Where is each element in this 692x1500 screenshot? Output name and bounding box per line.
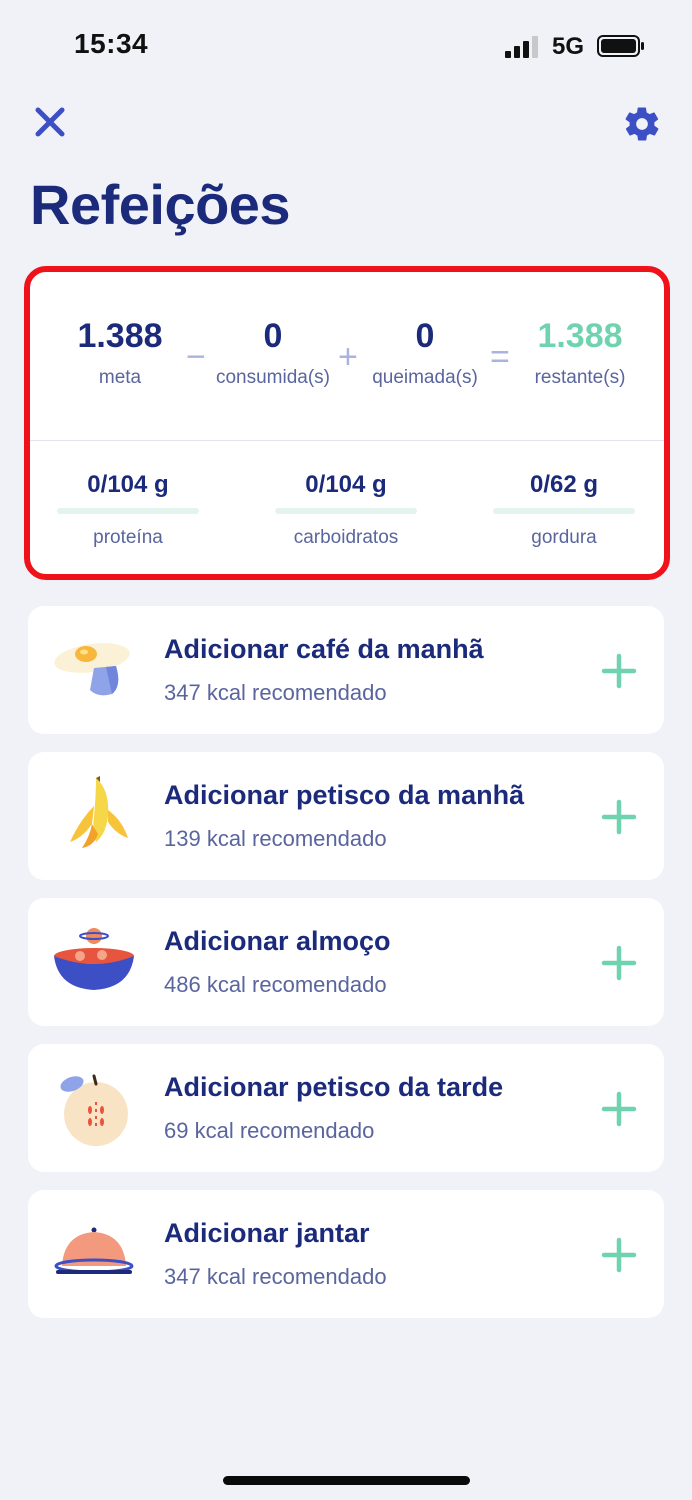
carbs-label: carboidratos [293, 527, 399, 548]
add-morning-snack-icon[interactable] [600, 798, 638, 836]
remaining-calories: 1.388 restante(s) [520, 316, 640, 390]
meal-recommended-kcal: 139 kcal recomendado [164, 826, 387, 851]
status-bar: 15:34 5G [0, 0, 692, 90]
close-button[interactable] [28, 100, 72, 144]
add-dinner-icon[interactable] [600, 1236, 638, 1274]
meal-card-lunch[interactable]: Adicionar almoço 486 kcal recomendado [28, 898, 664, 1026]
page-title: Refeições [30, 173, 291, 236]
fat-progress-bar [493, 508, 635, 514]
goal-calories: 1.388 meta [70, 316, 170, 390]
equals-operator: = [490, 338, 510, 376]
meal-title: Adicionar jantar [164, 1218, 370, 1248]
meal-title: Adicionar petisco da manhã [164, 780, 525, 810]
battery-icon [597, 35, 644, 57]
goal-value: 1.388 [77, 317, 163, 355]
consumed-label: consumida(s) [215, 367, 331, 388]
calorie-summary-card[interactable]: 1.388 meta − 0 consumida(s) + 0 queimada… [24, 266, 670, 580]
meal-card-dinner[interactable]: Adicionar jantar 347 kcal recomendado [28, 1190, 664, 1318]
settings-button[interactable] [618, 100, 666, 148]
signal-bars-icon [505, 36, 538, 58]
macro-protein: 0/104 g proteína [57, 470, 199, 550]
close-icon [35, 107, 65, 137]
remaining-value: 1.388 [537, 317, 623, 355]
remaining-label: restante(s) [534, 367, 626, 388]
plus-operator: + [338, 338, 358, 376]
protein-label: proteína [93, 527, 163, 548]
meal-recommended-kcal: 69 kcal recomendado [164, 1118, 375, 1143]
fat-label: gordura [531, 527, 597, 548]
add-lunch-icon[interactable] [600, 944, 638, 982]
meal-title: Adicionar petisco da tarde [164, 1072, 504, 1102]
summary-divider [30, 440, 664, 441]
add-breakfast-icon[interactable] [600, 652, 638, 690]
meal-recommended-kcal: 486 kcal recomendado [164, 972, 387, 997]
consumed-value: 0 [263, 317, 283, 355]
meal-title: Adicionar almoço [164, 926, 391, 956]
carbs-value: 0/104 g [305, 471, 387, 498]
protein-value: 0/104 g [87, 471, 169, 498]
macro-fat: 0/62 g gordura [493, 470, 635, 550]
meal-title: Adicionar café da manhã [164, 634, 484, 664]
apple-icon [60, 1074, 128, 1146]
gear-icon [625, 107, 659, 141]
meal-card-morning-snack[interactable]: Adicionar petisco da manhã 139 kcal reco… [28, 752, 664, 880]
burned-value: 0 [415, 317, 435, 355]
consumed-calories: 0 consumida(s) [210, 316, 336, 390]
meal-recommended-kcal: 347 kcal recomendado [164, 680, 387, 705]
carbs-progress-bar [275, 508, 417, 514]
burned-label: queimada(s) [372, 367, 478, 388]
calorie-equation: 1.388 meta − 0 consumida(s) + 0 queimada… [30, 272, 664, 444]
protein-progress-bar [57, 508, 199, 514]
home-indicator [223, 1476, 470, 1485]
fat-value: 0/62 g [529, 471, 599, 498]
banana-icon [70, 776, 128, 848]
network-type: 5G [552, 33, 585, 60]
fried-egg-icon [54, 643, 130, 696]
macro-carbs: 0/104 g carboidratos [275, 470, 417, 550]
meal-recommended-kcal: 347 kcal recomendado [164, 1264, 387, 1289]
meal-card-breakfast[interactable]: Adicionar café da manhã 347 kcal recomen… [28, 606, 664, 734]
status-time: 15:34 [74, 28, 149, 59]
add-afternoon-snack-icon[interactable] [600, 1090, 638, 1128]
dinner-cloche-icon [54, 1227, 134, 1274]
bowl-icon [54, 928, 134, 990]
goal-label: meta [98, 367, 142, 388]
minus-operator: − [186, 338, 206, 376]
meal-card-afternoon-snack[interactable]: Adicionar petisco da tarde 69 kcal recom… [28, 1044, 664, 1172]
burned-calories: 0 queimada(s) [366, 316, 484, 390]
